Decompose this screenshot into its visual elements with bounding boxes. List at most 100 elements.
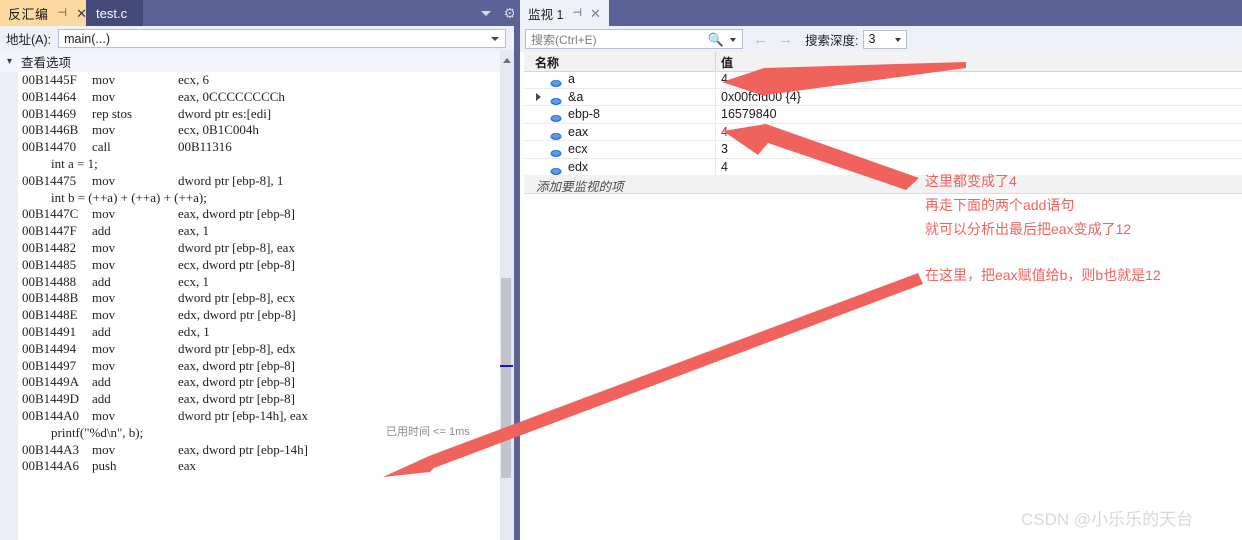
disassembly-line[interactable]: 00B144A3 mov eax, dword ptr [ebp-14h] (18, 442, 500, 459)
disassembly-line[interactable]: 00B1447C mov eax, dword ptr [ebp-8] (18, 206, 500, 223)
scrollbar-thumb[interactable] (501, 278, 511, 478)
search-depth-input[interactable]: 3 (863, 29, 908, 49)
disassembly-line[interactable]: 00B1448B mov dword ptr [ebp-8], ecx (18, 290, 500, 307)
variable-icon (550, 163, 562, 176)
table-row[interactable]: ecx 3 (524, 141, 1242, 159)
instruction-operands: dword ptr [ebp-8], eax (178, 239, 295, 255)
scroll-up-icon[interactable] (503, 58, 511, 63)
column-divider[interactable] (715, 52, 716, 71)
instruction-address: 00B1449A (22, 374, 80, 390)
search-input[interactable]: 搜索(Ctrl+E) 🔍 (525, 29, 743, 49)
variable-icon (550, 128, 562, 140)
instruction-operands: eax, dword ptr [ebp-14h] (178, 441, 308, 457)
instruction-mnemonic: mov (92, 441, 116, 457)
variable-icon (550, 75, 562, 88)
pin-icon[interactable]: ⊣ (572, 7, 582, 19)
tab-disassembly[interactable]: 反汇编 ⊣ ✕ (0, 0, 92, 26)
disassembly-line[interactable]: 00B1445F mov ecx, 6 (18, 72, 500, 89)
code-listing[interactable]: 00B1445F mov ecx, 6 00B14464 mov eax, 0CCCCCC… (18, 72, 500, 540)
watch-item-name: eax (568, 124, 589, 139)
disassembly-line[interactable]: 00B1447F add eax, 1 (18, 223, 500, 240)
address-combobox[interactable]: main(...) (58, 29, 507, 48)
source-line[interactable]: int a = 1; (18, 156, 500, 173)
instruction-address: 00B144A6 (22, 458, 80, 474)
pin-icon[interactable]: ⊣ (58, 7, 68, 19)
instruction-operands: dword ptr [ebp-14h], eax (178, 407, 308, 423)
watch-item-value: 16579840 (721, 107, 777, 122)
table-row[interactable]: &a 0x00fcfd00 {4} (524, 88, 1242, 107)
instruction-operands: dword ptr [ebp-8], edx (178, 340, 296, 356)
table-row[interactable]: eax 4 (524, 123, 1242, 142)
close-icon[interactable]: ✕ (590, 7, 601, 20)
column-header-name[interactable]: 名称 (535, 54, 559, 71)
instruction-operands: eax, dword ptr [ebp-8] (178, 374, 295, 390)
watch-item-name: &a (568, 89, 584, 104)
instruction-mnemonic: mov (92, 72, 116, 87)
tabstrip-actions: ⚙ (481, 0, 516, 26)
source-line[interactable]: int b = (++a) + (++a) + (++a); (18, 190, 500, 207)
tab-testc-label: test.c (96, 5, 128, 21)
expand-arrow-icon[interactable] (536, 92, 541, 101)
instruction-address: 00B14485 (22, 256, 77, 272)
disassembly-line[interactable]: 00B14485 mov ecx, dword ptr [ebp-8] (18, 257, 500, 274)
instruction-address: 00B1446B (22, 122, 79, 138)
table-row[interactable]: ebp-8 16579840 (524, 106, 1242, 124)
instruction-mnemonic: call (92, 139, 111, 155)
disassembly-line[interactable]: 00B14497 mov eax, dword ptr [ebp-8] (18, 358, 500, 375)
disassembly-line[interactable]: 00B14469 rep stos dword ptr es:[edi] (18, 106, 500, 123)
instruction-address: 00B14482 (22, 239, 77, 255)
instruction-operands: eax, dword ptr [ebp-8] (178, 206, 295, 222)
disassembly-line[interactable]: 00B14491 add edx, 1 (18, 324, 500, 341)
instruction-operands: dword ptr es:[edi] (178, 105, 272, 121)
disassembly-line[interactable]: 00B14464 mov eax, 0CCCCCCCCh (18, 89, 500, 106)
watch-add-item-row[interactable]: 添加要监视的项 (524, 175, 1242, 194)
search-back-icon[interactable]: ← (753, 32, 768, 47)
watch-toolbar: 搜索(Ctrl+E) 🔍 ← → 搜索深度: 3 (520, 26, 1242, 52)
instruction-mnemonic: add (92, 391, 111, 407)
view-options-bar[interactable]: ▾ 查看选项 (0, 51, 520, 72)
disassembly-line[interactable]: 00B1449D add eax, dword ptr [ebp-8] (18, 391, 500, 408)
chevron-down-icon[interactable]: ▾ (7, 56, 12, 67)
search-icon[interactable]: 🔍 (708, 32, 724, 48)
instruction-address: 00B14494 (22, 340, 77, 356)
instruction-address: 00B1447F (22, 223, 77, 239)
chevron-down-icon[interactable] (491, 37, 500, 41)
disassembly-line[interactable]: 00B14475 mov dword ptr [ebp-8], 1 (18, 173, 500, 190)
watch-item-name: edx (568, 159, 589, 174)
watch-item-name: ecx (568, 142, 588, 157)
watch-table-body[interactable]: a 4 &a 0x00fcfd00 {4} ebp-8 16579840 eax 4 ecx 3 e… (524, 71, 1242, 177)
instruction-address: 00B14488 (22, 273, 77, 289)
address-bar: 地址(A): main(...) (0, 26, 520, 51)
instruction-operands: eax, 0CCCCCCCCh (178, 88, 285, 104)
instruction-mnemonic: mov (92, 256, 116, 272)
instruction-operands: ecx, dword ptr [ebp-8] (178, 256, 295, 272)
watermark: CSDN @小乐乐的天台 (1021, 510, 1194, 529)
chevron-down-icon[interactable] (895, 37, 902, 42)
column-header-value[interactable]: 值 (721, 54, 733, 71)
chevron-down-icon[interactable] (730, 38, 736, 42)
watch-add-item-placeholder: 添加要监视的项 (536, 180, 624, 194)
disassembly-line[interactable]: 00B144A6 push eax (18, 458, 500, 475)
disassembly-line[interactable]: 00B14470 call 00B11316 (18, 139, 500, 156)
instruction-mnemonic: mov (92, 172, 116, 188)
tab-watch1[interactable]: 监视 1 ⊣ ✕ (520, 0, 609, 26)
table-row[interactable]: edx 4 (524, 158, 1242, 177)
instruction-mnemonic: mov (92, 206, 116, 222)
disassembly-line[interactable]: 00B1448E mov edx, dword ptr [ebp-8] (18, 307, 500, 324)
column-divider (715, 123, 716, 141)
code-gutter[interactable] (0, 72, 18, 540)
search-forward-icon[interactable]: → (778, 32, 793, 47)
annotation-line-2: 再走下面的两个add语句 (925, 197, 1075, 213)
code-vertical-scrollbar[interactable] (500, 50, 514, 540)
instruction-address: 00B14469 (22, 105, 77, 121)
tab-testc[interactable]: test.c (86, 0, 144, 26)
chevron-down-icon[interactable] (481, 10, 492, 16)
disassembly-line[interactable]: 00B14488 add ecx, 1 (18, 274, 500, 291)
disassembly-line[interactable]: 00B1449A add eax, dword ptr [ebp-8] (18, 374, 500, 391)
disassembly-line[interactable]: 00B14494 mov dword ptr [ebp-8], edx (18, 341, 500, 358)
instruction-address: 00B144A3 (22, 441, 80, 457)
disassembly-line[interactable]: 00B14482 mov dword ptr [ebp-8], eax (18, 240, 500, 257)
instruction-operands: ecx, 1 (178, 273, 210, 289)
disassembly-line[interactable]: 00B1446B mov ecx, 0B1C004h (18, 122, 500, 139)
table-row[interactable]: a4 (524, 71, 1242, 89)
